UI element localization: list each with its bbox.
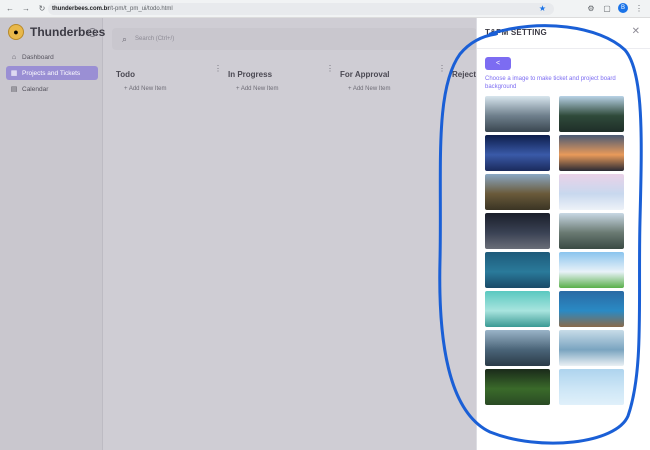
background-thumbnail-green-field[interactable]	[485, 369, 550, 405]
back-button[interactable]: <	[485, 57, 511, 70]
sidebar-item-calendar[interactable]: ▤ Calendar	[6, 82, 98, 96]
background-thumbnail-road-winter[interactable]	[485, 96, 550, 132]
bee-logo-icon: ●	[8, 24, 24, 40]
sidebar-item-label: Projects and Tickets	[22, 69, 81, 77]
panel-title: T&PM SETTING	[485, 28, 547, 37]
search-icon: ⌕	[122, 33, 128, 44]
back-arrow-icon[interactable]: ←	[4, 3, 16, 15]
board-column-in-progress: In Progress ⋮ + Add New Item	[228, 64, 334, 92]
background-thumbnail-sunset-mountain[interactable]	[559, 135, 624, 171]
column-title: For Approval	[340, 70, 390, 79]
search-bar[interactable]: ⌕ Search (Ctrl+/)	[112, 28, 477, 50]
column-menu-icon[interactable]: ⋮	[214, 64, 222, 73]
reload-icon[interactable]: ↻	[36, 3, 48, 15]
sidebar: ● Thunderbees ⌂ Dashboard ▦ Projects and…	[0, 18, 105, 450]
board-column-todo: Todo ⋮ + Add New Item	[116, 64, 222, 92]
divider	[477, 48, 650, 49]
background-thumbnail-light-blue-sky[interactable]	[559, 369, 624, 405]
calendar-icon: ▤	[10, 86, 18, 93]
add-item-button[interactable]: + Add New Item	[236, 86, 279, 92]
url-path: /t-pm/t_pm_ui/todo.html	[109, 6, 173, 12]
home-icon: ⌂	[11, 53, 17, 61]
tab-search-icon[interactable]: ▢	[602, 3, 612, 13]
background-thumbnail-green-hills[interactable]	[559, 252, 624, 288]
background-thumbnail-teal-water[interactable]	[485, 291, 550, 327]
browser-bar: ← → ↻ thunderbees.com.br/t-pm/t_pm_ui/to…	[0, 0, 650, 18]
background-thumbnail-mountain-lake[interactable]	[559, 213, 624, 249]
sidebar-item-projects[interactable]: ▦ Projects and Tickets	[6, 66, 98, 80]
background-thumbnail-lake-road[interactable]	[485, 330, 550, 366]
background-thumbnail-forest-road[interactable]	[559, 96, 624, 132]
background-thumbnail-pink-snow[interactable]	[559, 174, 624, 210]
add-item-button[interactable]: + Add New Item	[124, 86, 167, 92]
search-placeholder: Search (Ctrl+/)	[135, 36, 175, 42]
background-thumbnail-blue-dunes[interactable]	[559, 330, 624, 366]
column-menu-icon[interactable]: ⋮	[326, 64, 334, 73]
forward-arrow-icon[interactable]: →	[20, 3, 32, 15]
address-bar[interactable]: thunderbees.com.br/t-pm/t_pm_ui/todo.htm…	[48, 3, 554, 15]
close-icon[interactable]: ✕	[632, 26, 640, 37]
background-thumbnail-blue-coast[interactable]	[559, 291, 624, 327]
sidebar-toggle-icon[interactable]	[88, 28, 97, 37]
column-menu-icon[interactable]: ⋮	[438, 64, 446, 73]
settings-panel: T&PM SETTING ✕ < Choose a image to make …	[476, 18, 650, 450]
background-thumbnail-starry-sky[interactable]	[485, 135, 550, 171]
sidebar-item-dashboard[interactable]: ⌂ Dashboard	[6, 50, 98, 64]
bookmark-star-icon[interactable]: ★	[539, 3, 546, 15]
sidebar-item-label: Calendar	[22, 85, 49, 93]
browser-actions: ⚙ ▢ B ⋮	[586, 3, 644, 13]
column-title: In Progress	[228, 70, 273, 79]
board-column-for-approval: For Approval ⋮ + Add New Item	[340, 64, 446, 92]
background-thumbnail-night-mountains[interactable]	[485, 213, 550, 249]
projects-icon: ▦	[10, 70, 18, 77]
profile-avatar[interactable]: B	[618, 3, 628, 13]
menu-icon[interactable]: ⋮	[634, 3, 644, 13]
url-host: thunderbees.com.br	[52, 6, 110, 12]
panel-description: Choose a image to make ticket and projec…	[485, 76, 616, 90]
add-item-button[interactable]: + Add New Item	[348, 86, 391, 92]
column-title: Todo	[116, 70, 135, 79]
background-thumbnail-blue-moon[interactable]	[485, 252, 550, 288]
extensions-icon[interactable]: ⚙	[586, 3, 596, 13]
sidebar-item-label: Dashboard	[22, 53, 54, 61]
background-thumbnail-valley-cliffs[interactable]	[485, 174, 550, 210]
